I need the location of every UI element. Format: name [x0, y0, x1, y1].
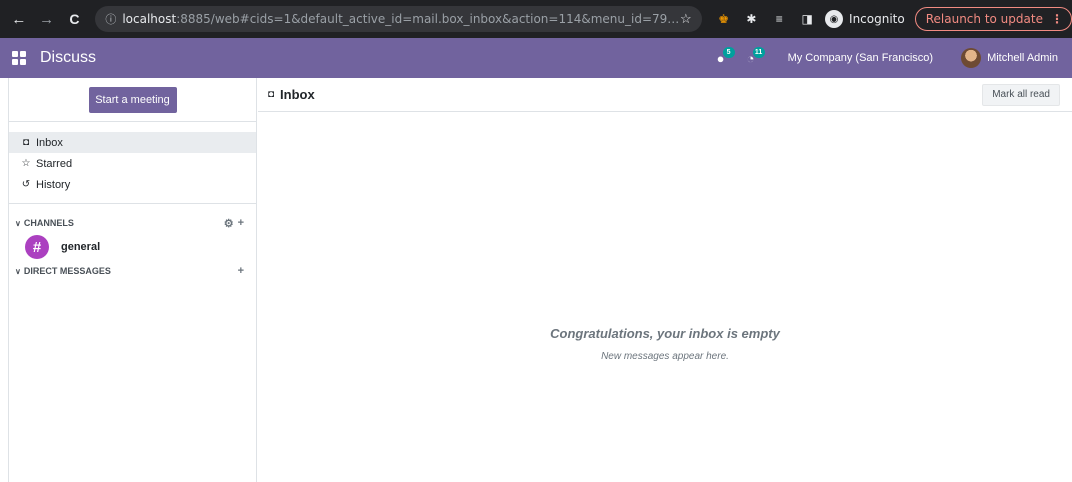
incognito-indicator[interactable]: ◉ Incognito: [825, 10, 905, 28]
sidebar-item-label: History: [36, 178, 71, 191]
side-panel-icon[interactable]: ◨: [799, 12, 815, 26]
url-host: localhost: [122, 12, 177, 26]
discuss-sidebar: Start a meeting ◘ Inbox ☆ Starred ↺ Hist…: [8, 78, 257, 482]
start-meeting-button[interactable]: Start a meeting: [88, 86, 177, 113]
channels-label: CHANNELS: [23, 218, 74, 228]
site-info-icon[interactable]: ⓘ: [105, 11, 116, 27]
messaging-menu[interactable]: ● 5: [706, 46, 736, 70]
empty-inbox-message: Congratulations, your inbox is empty New…: [258, 326, 1072, 362]
mark-all-read-button[interactable]: Mark all read: [982, 83, 1060, 106]
relaunch-label: Relaunch to update: [925, 12, 1043, 26]
extension-icon[interactable]: ♚: [716, 12, 732, 26]
channel-name: general: [61, 241, 101, 253]
empty-title: Congratulations, your inbox is empty: [550, 326, 780, 341]
plus-icon[interactable]: +: [238, 265, 244, 277]
hash-icon: #: [25, 235, 49, 259]
company-switcher[interactable]: My Company (San Francisco): [788, 52, 934, 64]
page-title: ◘ Inbox: [268, 87, 315, 102]
bookmark-star-icon[interactable]: ☆: [680, 11, 692, 27]
reload-icon[interactable]: C: [64, 8, 86, 30]
channels-category[interactable]: ∨ CHANNELS ⚙ +: [9, 212, 256, 234]
extensions-puzzle-icon[interactable]: ✱: [744, 12, 760, 26]
sidebar-item-history[interactable]: ↺ History: [9, 174, 256, 195]
url-path: :8885/web#cids=1&default_active_id=mail.…: [176, 12, 680, 26]
direct-messages-category[interactable]: ∨ DIRECT MESSAGES +: [9, 260, 256, 282]
chevron-down-icon: ∨: [15, 266, 21, 276]
incognito-icon: ◉: [825, 10, 844, 28]
user-menu[interactable]: Mitchell Admin: [961, 48, 1058, 68]
incognito-label: Incognito: [849, 12, 905, 26]
apps-menu-icon[interactable]: [12, 51, 26, 65]
relaunch-button[interactable]: Relaunch to update ⋮: [914, 7, 1072, 31]
app-title[interactable]: Discuss: [40, 49, 96, 67]
sidebar-item-label: Starred: [36, 157, 73, 170]
sidebar-item-inbox[interactable]: ◘ Inbox: [9, 132, 256, 153]
browser-toolbar: ← → C ⓘ localhost :8885/web#cids=1&defau…: [0, 0, 1072, 38]
empty-subtitle: New messages appear here.: [601, 351, 729, 362]
thread-title-text: Inbox: [280, 87, 315, 102]
inbox-icon: ◘: [22, 137, 30, 148]
gear-icon[interactable]: ⚙: [224, 217, 234, 230]
sidebar-item-label: Inbox: [36, 136, 63, 149]
reading-list-icon[interactable]: ≡: [771, 12, 787, 26]
messages-badge: 5: [722, 47, 735, 58]
activity-menu[interactable]: ◔ 11: [736, 46, 766, 70]
thread-header: ◘ Inbox Mark all read: [258, 78, 1072, 112]
kebab-menu-icon: ⋮: [1050, 12, 1063, 26]
sidebar-item-channel-general[interactable]: # general: [9, 234, 256, 260]
activities-badge: 11: [752, 47, 765, 58]
star-icon: ☆: [21, 158, 31, 169]
sidebar-item-starred[interactable]: ☆ Starred: [9, 153, 256, 174]
history-icon: ↺: [21, 179, 31, 190]
app-navbar: Discuss ● 5 ◔ 11 My Company (San Francis…: [0, 38, 1072, 78]
inbox-icon: ◘: [268, 89, 275, 100]
avatar: [961, 48, 982, 68]
mailbox-list: ◘ Inbox ☆ Starred ↺ History: [9, 122, 256, 204]
forward-arrow-icon[interactable]: →: [36, 8, 58, 30]
user-name: Mitchell Admin: [987, 52, 1058, 64]
address-bar[interactable]: ⓘ localhost :8885/web#cids=1&default_act…: [95, 6, 702, 32]
chevron-down-icon: ∨: [15, 218, 21, 228]
plus-icon[interactable]: +: [238, 217, 244, 229]
back-arrow-icon[interactable]: ←: [8, 8, 30, 30]
direct-messages-label: DIRECT MESSAGES: [23, 266, 111, 276]
